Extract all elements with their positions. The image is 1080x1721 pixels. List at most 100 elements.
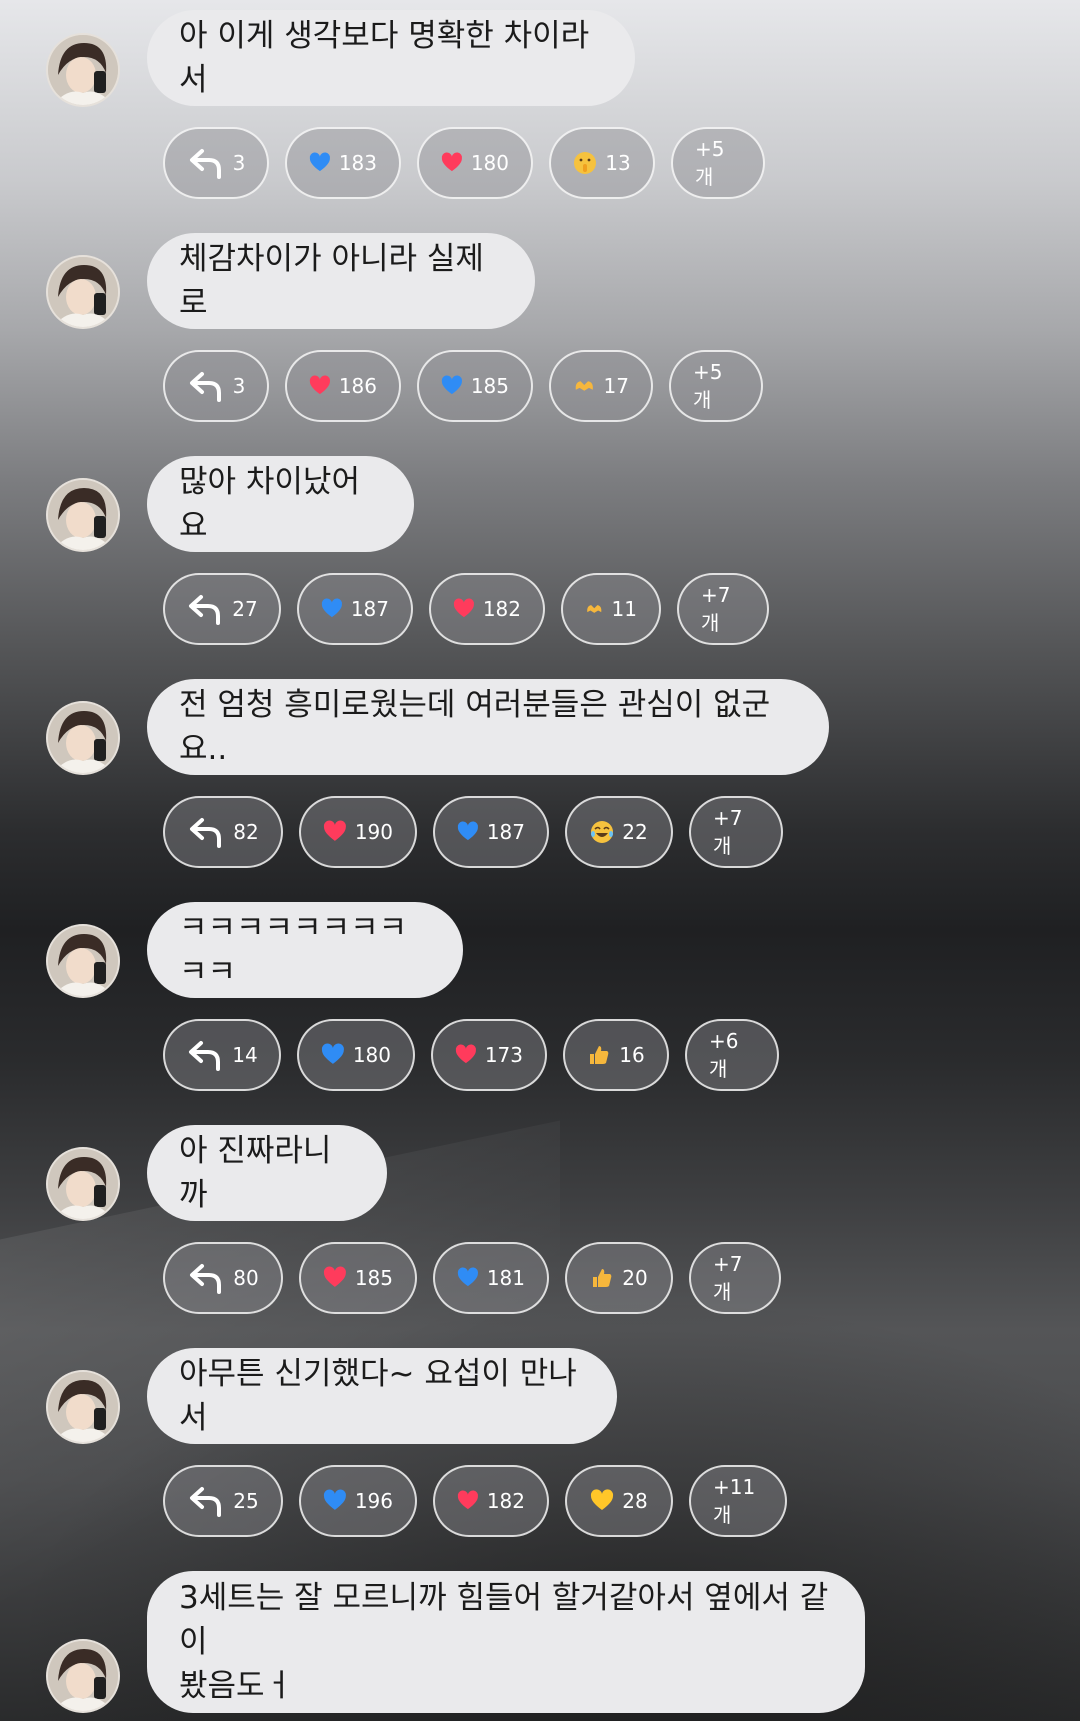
tears-of-joy-icon	[591, 821, 614, 843]
reply-count: 14	[232, 1043, 258, 1067]
reaction-red-heart[interactable]: 173	[431, 1019, 547, 1091]
reply-arrow-icon	[186, 592, 224, 626]
more-reactions-button[interactable]: +5개	[669, 350, 763, 422]
shushing-face-icon	[574, 152, 597, 174]
message-bubble[interactable]: 아 이게 생각보다 명확한 차이라서	[147, 10, 635, 106]
reaction-heart-hands[interactable]: 17	[549, 350, 653, 422]
reaction-thumbs-up[interactable]: 20	[565, 1242, 673, 1314]
reaction-count: 183	[338, 151, 377, 175]
reaction-blue-heart[interactable]: 187	[433, 796, 549, 868]
yellow-heart-icon	[591, 1489, 614, 1510]
message-bubble[interactable]: 전 엄청 흥미로웠는데 여러분들은 관심이 없군요..	[147, 679, 829, 775]
red-heart-icon	[453, 598, 474, 618]
avatar[interactable]	[46, 1370, 120, 1444]
blue-heart-icon	[457, 1267, 478, 1287]
reaction-count: 11	[611, 597, 637, 621]
avatar[interactable]	[46, 701, 120, 775]
heart-hands-icon	[575, 381, 593, 391]
red-heart-icon	[457, 1490, 478, 1510]
message-text: 아 이게 생각보다 명확한 차이라서	[179, 18, 590, 98]
reaction-count: 180	[470, 151, 509, 175]
more-reactions-label: +6개	[709, 1028, 739, 1081]
reaction-tears-of-joy[interactable]: 22	[565, 796, 673, 868]
reply-button[interactable]: 80	[163, 1242, 283, 1314]
message-text: 3세트는 잘 모르니까 힘들어 할거같아서 옆에서 같이 봤음도ㅓ	[179, 1580, 829, 1704]
avatar[interactable]	[46, 1639, 120, 1713]
blue-heart-icon	[457, 821, 478, 841]
reaction-heart-hands[interactable]: 11	[561, 573, 661, 645]
reaction-red-heart[interactable]: 180	[417, 127, 533, 199]
reply-arrow-icon	[186, 1038, 224, 1072]
reaction-red-heart[interactable]: 190	[299, 796, 417, 868]
reply-count: 80	[233, 1266, 259, 1290]
reaction-blue-heart[interactable]: 180	[297, 1019, 415, 1091]
avatar[interactable]	[46, 33, 120, 107]
avatar[interactable]	[46, 1147, 120, 1221]
reaction-bar: 3 183 180 13 +5개	[163, 127, 765, 199]
message-bubble[interactable]: 체감차이가 아니라 실제로	[147, 233, 535, 329]
reaction-red-heart[interactable]: 186	[285, 350, 401, 422]
message-bubble[interactable]: 아무튼 신기했다~ 요섭이 만나서	[147, 1348, 617, 1444]
heart-hands-icon	[587, 605, 602, 613]
reaction-red-heart[interactable]: 185	[299, 1242, 417, 1314]
reply-button[interactable]: 27	[163, 573, 281, 645]
more-reactions-button[interactable]: +5개	[671, 127, 765, 199]
reaction-thumbs-up[interactable]: 16	[563, 1019, 669, 1091]
reply-arrow-icon	[187, 815, 225, 849]
more-reactions-button[interactable]: +7개	[689, 796, 783, 868]
thumbs-up-icon	[590, 1046, 609, 1064]
reply-count: 3	[232, 151, 246, 175]
reaction-blue-heart[interactable]: 185	[417, 350, 533, 422]
blue-heart-icon	[321, 598, 342, 618]
thumbs-up-icon	[593, 1269, 612, 1287]
reaction-count: 185	[470, 374, 509, 398]
red-heart-icon	[455, 1044, 476, 1064]
reaction-blue-heart[interactable]: 196	[299, 1465, 417, 1537]
message-text: 많아 차이났어요	[179, 464, 360, 544]
reaction-count: 28	[622, 1489, 648, 1513]
reaction-red-heart[interactable]: 182	[429, 573, 545, 645]
reply-button[interactable]: 3	[163, 350, 269, 422]
avatar[interactable]	[46, 255, 120, 329]
reply-button[interactable]: 82	[163, 796, 283, 868]
more-reactions-button[interactable]: +11개	[689, 1465, 787, 1537]
reaction-blue-heart[interactable]: 187	[297, 573, 413, 645]
reply-button[interactable]: 3	[163, 127, 269, 199]
message-bubble[interactable]: 아 진짜라니까	[147, 1125, 387, 1221]
reply-count: 25	[233, 1489, 259, 1513]
message-bubble[interactable]: 3세트는 잘 모르니까 힘들어 할거같아서 옆에서 같이 봤음도ㅓ	[147, 1571, 865, 1713]
reaction-bar: 25 196 182 28 +11개	[163, 1465, 787, 1537]
more-reactions-label: +5개	[695, 136, 725, 189]
more-reactions-button[interactable]: +7개	[689, 1242, 781, 1314]
reaction-blue-heart[interactable]: 183	[285, 127, 401, 199]
blue-heart-icon	[323, 1489, 346, 1510]
reply-arrow-icon	[187, 146, 225, 180]
reaction-count: 180	[352, 1043, 391, 1067]
message-bubble[interactable]: ㅋㅋㅋㅋㅋㅋㅋㅋㅋㅋ	[147, 902, 463, 998]
avatar[interactable]	[46, 924, 120, 998]
red-heart-icon	[441, 152, 462, 172]
reply-count: 27	[232, 597, 258, 621]
reaction-count: 173	[484, 1043, 523, 1067]
reaction-red-heart[interactable]: 182	[433, 1465, 549, 1537]
blue-heart-icon	[321, 1043, 344, 1064]
reaction-count: 181	[486, 1266, 525, 1290]
reply-arrow-icon	[187, 1484, 225, 1518]
avatar[interactable]	[46, 478, 120, 552]
reaction-blue-heart[interactable]: 181	[433, 1242, 549, 1314]
reaction-count: 182	[486, 1489, 525, 1513]
message-bubble[interactable]: 많아 차이났어요	[147, 456, 414, 552]
reply-button[interactable]: 25	[163, 1465, 283, 1537]
reaction-bar: 82 190 187 22 +7개	[163, 796, 783, 868]
reply-count: 82	[233, 820, 259, 844]
reaction-count: 17	[603, 374, 629, 398]
reaction-bar: 80 185 181 20 +7개	[163, 1242, 781, 1314]
reaction-count: 20	[622, 1266, 648, 1290]
more-reactions-button[interactable]: +7개	[677, 573, 769, 645]
more-reactions-button[interactable]: +6개	[685, 1019, 779, 1091]
reaction-yellow-heart[interactable]: 28	[565, 1465, 673, 1537]
reaction-shushing-face[interactable]: 13	[549, 127, 655, 199]
blue-heart-icon	[309, 152, 330, 172]
reply-button[interactable]: 14	[163, 1019, 281, 1091]
reply-arrow-icon	[187, 1261, 225, 1295]
